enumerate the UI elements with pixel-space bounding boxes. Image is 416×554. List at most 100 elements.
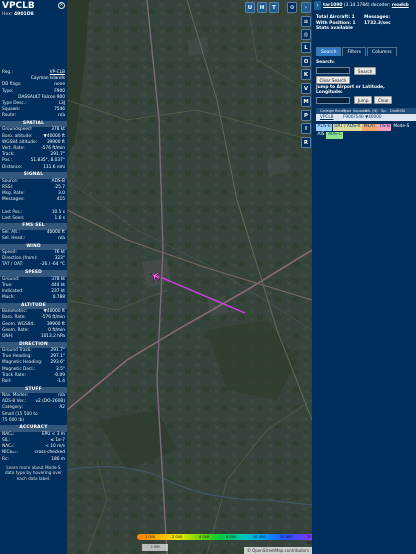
map-button-l[interactable]: L: [301, 42, 311, 53]
filter-chip-tis-b[interactable]: TIS-B: [377, 124, 392, 131]
tab-filters[interactable]: Filters: [342, 47, 366, 56]
table-cell: ▼40000: [365, 114, 382, 119]
aircraft-info-panel: VPCLB Hex: 4901D8 × Reg.: VP-CLB Cayman Is…: [0, 0, 67, 554]
target-icon[interactable]: ◎: [301, 29, 311, 40]
direction-label: Roll:: [2, 378, 12, 384]
wind-label: TAT / OAT:: [2, 262, 24, 268]
speed-label: Mach:: [2, 295, 15, 301]
filter-chip-ads-b[interactable]: ADS-B: [316, 124, 333, 131]
signal-value: 415: [56, 197, 65, 203]
aircraft-photo: [0, 20, 67, 70]
tar1090-link[interactable]: tar1090: [323, 3, 342, 8]
map-button-k[interactable]: K: [301, 69, 311, 80]
spatial-row: Distance: 111.6 nmi: [0, 165, 67, 171]
aircraft-hex: Hex: 4901D8: [2, 12, 34, 17]
altitude-label: QNH:: [2, 333, 14, 339]
aircraft-identity: Reg.: VP-CLB Cayman Islands DB flags: none Ty…: [0, 70, 67, 120]
signal-value: 1.6 s: [54, 215, 65, 221]
jump-input[interactable]: [316, 96, 350, 104]
info-header: VPCLB Hex: 4901D8 ×: [0, 0, 67, 20]
map-button-u[interactable]: U: [245, 2, 255, 13]
legend-label: 1 000: [145, 535, 156, 539]
identity-value: n/a: [58, 113, 65, 119]
table-cell: VPCLB: [320, 114, 334, 119]
map-base: [67, 0, 312, 554]
sidebar: › tar1090 (3.14.1784) decoder: readsb To…: [312, 0, 416, 554]
map-button-i[interactable]: I: [301, 123, 311, 134]
jump-label: Jump to Airport or Latitude, Longitude:: [316, 84, 385, 95]
speed-row: Mach: 0.788: [0, 295, 67, 301]
close-icon[interactable]: ×: [58, 2, 65, 9]
stuff-label: 75 000 lb): [2, 417, 24, 423]
direction-value: -1.4: [56, 378, 65, 384]
wind-value: -26 / -64 °C: [40, 262, 65, 268]
version-info: tar1090 (3.14.1784) decoder: readsb: [323, 3, 409, 8]
search-panel: Search: Search Clear Search Jump to Airp…: [316, 60, 412, 104]
direction-row: Roll: -1.4: [0, 379, 67, 385]
filter-chip-ads-c[interactable]: ADS-C: [326, 132, 343, 139]
filter-chip-ais[interactable]: AIS: [316, 132, 326, 139]
scale-line: 2 NM: [142, 544, 168, 551]
filter-chip-uat-ads-r[interactable]: UAT / ADS-R: [332, 124, 362, 131]
map-button-m[interactable]: M: [301, 96, 311, 107]
chevron-right-icon[interactable]: ›: [314, 1, 321, 10]
map-button-p[interactable]: P: [301, 109, 311, 121]
readsb-link[interactable]: readsb: [392, 3, 409, 8]
signal-label: Last Seen:: [2, 215, 25, 221]
message-rate: Messages: 1732.3/sec: [364, 15, 391, 26]
stats-available[interactable]: Stats available: [316, 26, 356, 32]
table-cell: F900: [343, 114, 354, 119]
settings-icon[interactable]: ⚙: [287, 2, 297, 13]
legend-label: 20 000: [280, 535, 293, 539]
altitude-value: 1013.2 hPa: [40, 333, 65, 339]
map-button-h[interactable]: H: [257, 2, 267, 13]
map-button-r[interactable]: R: [301, 136, 311, 148]
table-cell: [390, 114, 397, 121]
chevron-right-icon[interactable]: ›: [301, 2, 311, 13]
fms-sel-value: n/a: [58, 235, 65, 241]
fms-sel-row: Sel. Head.: n/a: [0, 236, 67, 242]
info-footer: Learn more about Mode-S data type by hov…: [4, 464, 63, 481]
total-aircraft: Total Aircraft: 1: [316, 15, 355, 20]
map-attribution: © OpenStreetMap contributors: [243, 547, 312, 554]
altitude-row: QNH: 1013.2 hPa: [0, 334, 67, 340]
stuff-value: A2: [59, 405, 65, 411]
info-sections: SPATIAL Groundspeed: 378 kt Baro. altitude:…: [0, 121, 67, 463]
speed-value: 0.788: [52, 295, 65, 301]
jump-button[interactable]: Jump: [354, 96, 373, 104]
clear-search-button[interactable]: Clear Search: [316, 76, 350, 84]
legend-label: 6 000: [226, 535, 237, 539]
aircraft-table: Callsign Route Type Squawk Alt. (ft) Sp. Dist.…: [316, 108, 416, 121]
search-button[interactable]: Search: [354, 67, 376, 75]
stuff-row: 75 000 lb): [0, 418, 67, 424]
aircraft-callsign: VPCLB: [2, 1, 35, 11]
source-filters: ADS-B UAT / ADS-R MLAT TIS-B Mode-S AIS ADS-C: [316, 124, 416, 140]
map-button-t[interactable]: T: [269, 2, 279, 13]
legend-label: 4 000: [199, 535, 210, 539]
identity-label: Type:: [2, 88, 14, 94]
fms-sel-label: Sel. Head.:: [2, 235, 26, 241]
sidebar-header: › tar1090 (3.14.1784) decoder: readsb: [312, 0, 416, 11]
legend-label: 2 000: [172, 535, 183, 539]
identity-label: Reg.:: [2, 70, 13, 75]
layers-icon[interactable]: ≡: [301, 16, 311, 27]
search-input[interactable]: [316, 67, 350, 75]
signal-row: Last Seen: 1.6 s: [0, 216, 67, 222]
filter-chip-mode-s[interactable]: Mode-S: [392, 124, 411, 131]
map-button-v[interactable]: V: [301, 82, 311, 94]
accuracy-label: Rᴄ:: [2, 456, 9, 462]
map[interactable]: U H T ⚙ › ≡ ◎ L O K V M P I R 1 000 2 000 4 000 6 000 10 …: [67, 0, 312, 554]
identity-row: Route: n/a: [0, 113, 67, 119]
search-label: Search:: [316, 60, 335, 65]
clear-jump-button[interactable]: Clear: [374, 96, 393, 104]
spatial-value: 111.6 nmi: [43, 164, 65, 170]
accuracy-value: 186 m: [51, 456, 65, 462]
signal-label: Messages:: [2, 197, 25, 203]
map-button-o[interactable]: O: [301, 55, 311, 67]
filter-chip-mlat[interactable]: MLAT: [362, 124, 377, 131]
tab-search[interactable]: Search: [316, 47, 342, 56]
table-row[interactable]: VPCLB F900 7546 ▼40000: [316, 114, 416, 121]
spatial-label: Distance:: [2, 164, 23, 170]
aircraft-stats: Total Aircraft: 1 With Position: 1 Stats…: [316, 15, 356, 32]
tab-columns[interactable]: Columns: [366, 47, 397, 56]
